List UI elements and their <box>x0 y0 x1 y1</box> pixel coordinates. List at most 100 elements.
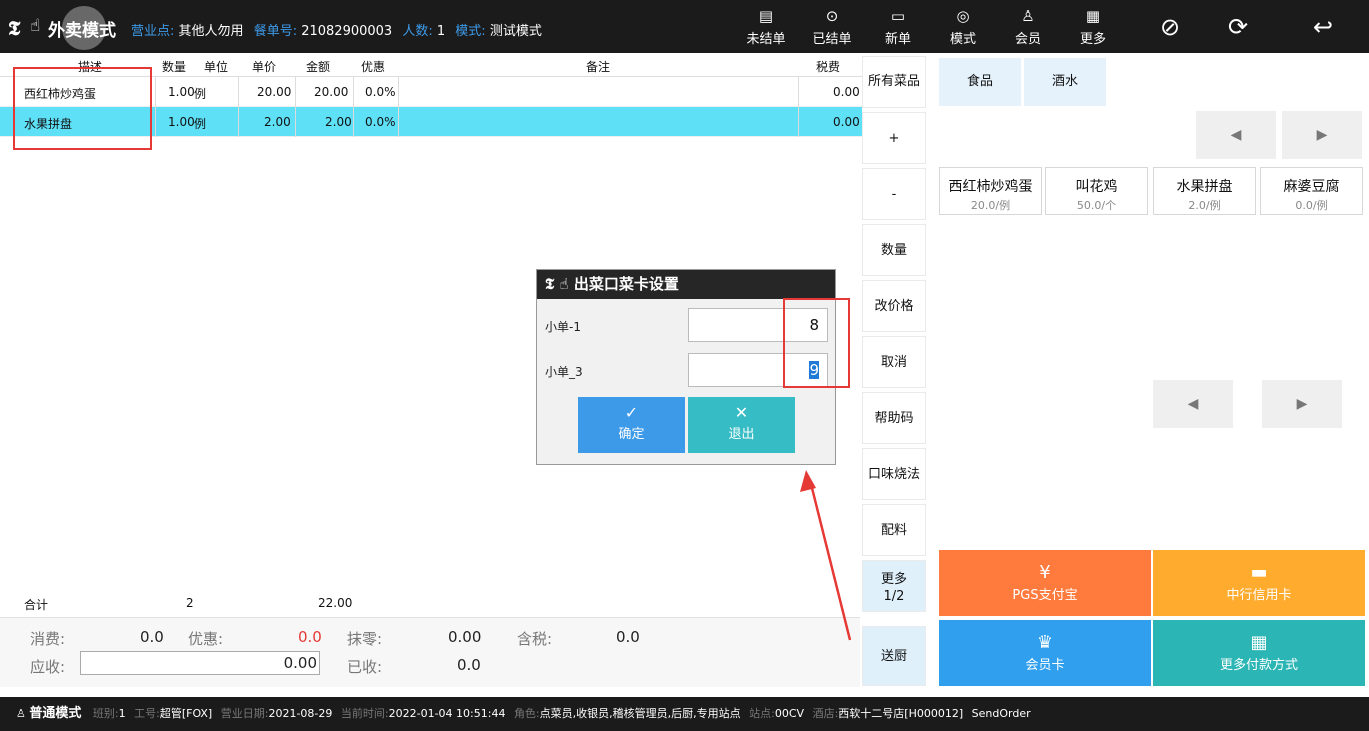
user-icon: ♙ <box>16 707 26 720</box>
confirm-button[interactable]: ✓ 确定 <box>578 397 685 453</box>
unsettled-orders-button[interactable]: ▤ 未结单 <box>743 4 789 50</box>
brand-logo-icon: 𝕿 <box>8 16 21 40</box>
card-icon: ▬ <box>1250 562 1268 583</box>
no-service-icon[interactable]: ⊘ <box>1152 12 1188 42</box>
dish-item[interactable]: 西红柿炒鸡蛋 20.0/例 <box>939 167 1042 215</box>
row-qty: 1.00 <box>168 115 195 129</box>
dish-item[interactable]: 水果拼盘 2.0/例 <box>1153 167 1256 215</box>
field-label-1: 小单-1 <box>545 320 581 334</box>
consume-value: 0.0 <box>140 628 164 646</box>
top-bar: 𝕿 ☝ 外卖模式 营业点: 其他人勿用 餐单号: 21082900003 人数:… <box>0 0 1369 53</box>
row-discount: 0.0% <box>365 85 396 99</box>
receivable-label: 应收: <box>30 658 66 676</box>
dish-item[interactable]: 叫花鸡 50.0/个 <box>1045 167 1148 215</box>
hand-icon: ☝ <box>30 16 41 36</box>
rounding-label: 抹零: <box>347 630 383 648</box>
exit-button[interactable]: ✕ 退出 <box>688 397 795 453</box>
guests-value: 1 <box>436 24 446 39</box>
category-next-icon[interactable]: ▶ <box>1282 111 1362 159</box>
more-payments-button[interactable]: ▦ 更多付款方式 <box>1153 620 1365 686</box>
change-price-button[interactable]: 改价格 <box>862 280 926 332</box>
discount-label: 优惠: <box>188 630 224 648</box>
user-icon: ♙ <box>1021 7 1035 25</box>
col-unit: 单位 <box>204 60 229 74</box>
row-price: 20.00 <box>257 85 292 99</box>
radio-icon: ◎ <box>956 7 970 25</box>
target-icon: ⊙ <box>825 7 839 25</box>
category-drinks[interactable]: 酒水 <box>1024 58 1106 106</box>
member-button[interactable]: ♙ 会员 <box>1005 4 1051 50</box>
yen-icon: ¥ <box>1039 562 1051 583</box>
row-price: 2.00 <box>264 115 291 129</box>
tax-label: 含税: <box>517 630 553 648</box>
more-page-button[interactable]: 更多 1/2 <box>862 560 926 612</box>
col-discount: 优惠 <box>361 60 386 74</box>
member-card-button[interactable]: ♛ 会员卡 <box>939 620 1151 686</box>
increase-button[interactable]: + <box>862 112 926 164</box>
order-no-label: 餐单号: <box>253 24 298 39</box>
mode-value: 测试模式 <box>489 24 542 39</box>
guests-label: 人数: <box>402 24 433 39</box>
flavor-button[interactable]: 口味烧法 <box>862 448 926 500</box>
grid-icon: ▦ <box>1085 7 1101 25</box>
help-code-button[interactable]: 帮助码 <box>862 392 926 444</box>
field-label-2: 小单_3 <box>545 365 583 379</box>
boc-credit-card-button[interactable]: ▬ 中行信用卡 <box>1153 550 1365 616</box>
summary-qty: 2 <box>186 596 194 610</box>
annotation-box-values <box>783 298 850 388</box>
col-remark: 备注 <box>586 60 611 74</box>
mode-label: 模式: <box>455 24 486 39</box>
back-icon[interactable]: ↩ <box>1305 12 1341 42</box>
category-food[interactable]: 食品 <box>939 58 1021 106</box>
status-action: SendOrder <box>971 707 1031 720</box>
new-order-button[interactable]: ▭ 新单 <box>875 4 921 50</box>
list-icon: ▤ <box>758 7 774 25</box>
quantity-button[interactable]: 数量 <box>862 224 926 276</box>
order-info: 营业点: 其他人勿用 餐单号: 21082900003 人数: 1 模式: 测试… <box>131 20 548 39</box>
outlet-value: 其他人勿用 <box>178 24 244 39</box>
dialog-title: 出菜口菜卡设置 <box>573 275 679 293</box>
category-prev-icon[interactable]: ◀ <box>1196 111 1276 159</box>
mode-title[interactable]: 外卖模式 <box>48 16 116 41</box>
dish-item[interactable]: 麻婆豆腐 0.0/例 <box>1260 167 1363 215</box>
document-icon: ▭ <box>890 7 906 25</box>
refresh-icon[interactable]: ⟳ <box>1220 12 1256 42</box>
more-button[interactable]: ▦ 更多 <box>1070 4 1116 50</box>
mode-button[interactable]: ◎ 模式 <box>940 4 986 50</box>
pgs-alipay-button[interactable]: ¥ PGS支付宝 <box>939 550 1151 616</box>
received-value: 0.0 <box>457 656 481 674</box>
col-tax: 税费 <box>816 60 841 74</box>
summary-row: 合计 2 22.00 <box>0 590 860 616</box>
grid-icon: ▦ <box>1250 632 1268 653</box>
received-label: 已收: <box>347 658 383 676</box>
all-dishes-button[interactable]: 所有菜品 <box>862 56 926 108</box>
settled-orders-button[interactable]: ⊙ 已结单 <box>809 4 855 50</box>
row-tax: 0.00 <box>833 85 860 99</box>
decrease-button[interactable]: - <box>862 168 926 220</box>
dish-next-icon[interactable]: ▶ <box>1262 380 1342 428</box>
summary-label: 合计 <box>24 598 49 612</box>
col-qty: 数量 <box>162 60 187 74</box>
outlet-label: 营业点: <box>131 24 175 39</box>
hand-icon: ☝ <box>559 275 569 293</box>
status-mode: 普通模式 <box>29 706 82 721</box>
row-amount: 20.00 <box>314 85 349 99</box>
dish-prev-icon[interactable]: ◀ <box>1153 380 1233 428</box>
ingredients-button[interactable]: 配料 <box>862 504 926 556</box>
status-bar: ♙ 普通模式 班别:1 工号:超管[FOX] 营业日期:2021-08-29 当… <box>0 697 1369 731</box>
cancel-button[interactable]: 取消 <box>862 336 926 388</box>
brand-logo-icon: 𝕿 <box>545 275 555 293</box>
consume-label: 消费: <box>30 630 66 648</box>
receivable-input[interactable]: 0.00 <box>80 651 320 675</box>
crown-icon: ♛ <box>1036 632 1054 653</box>
send-kitchen-button[interactable]: 送厨 <box>862 626 926 686</box>
dialog-title-bar: 𝕿 ☝ 出菜口菜卡设置 <box>537 270 835 299</box>
col-amount: 金额 <box>306 60 331 74</box>
close-icon: ✕ <box>734 403 749 422</box>
col-price: 单价 <box>252 60 277 74</box>
tax-value: 0.0 <box>616 628 640 646</box>
check-icon: ✓ <box>624 403 639 422</box>
row-unit: 例 <box>194 117 207 131</box>
row-qty: 1.00 <box>168 85 195 99</box>
order-no-value: 21082900003 <box>301 24 393 39</box>
